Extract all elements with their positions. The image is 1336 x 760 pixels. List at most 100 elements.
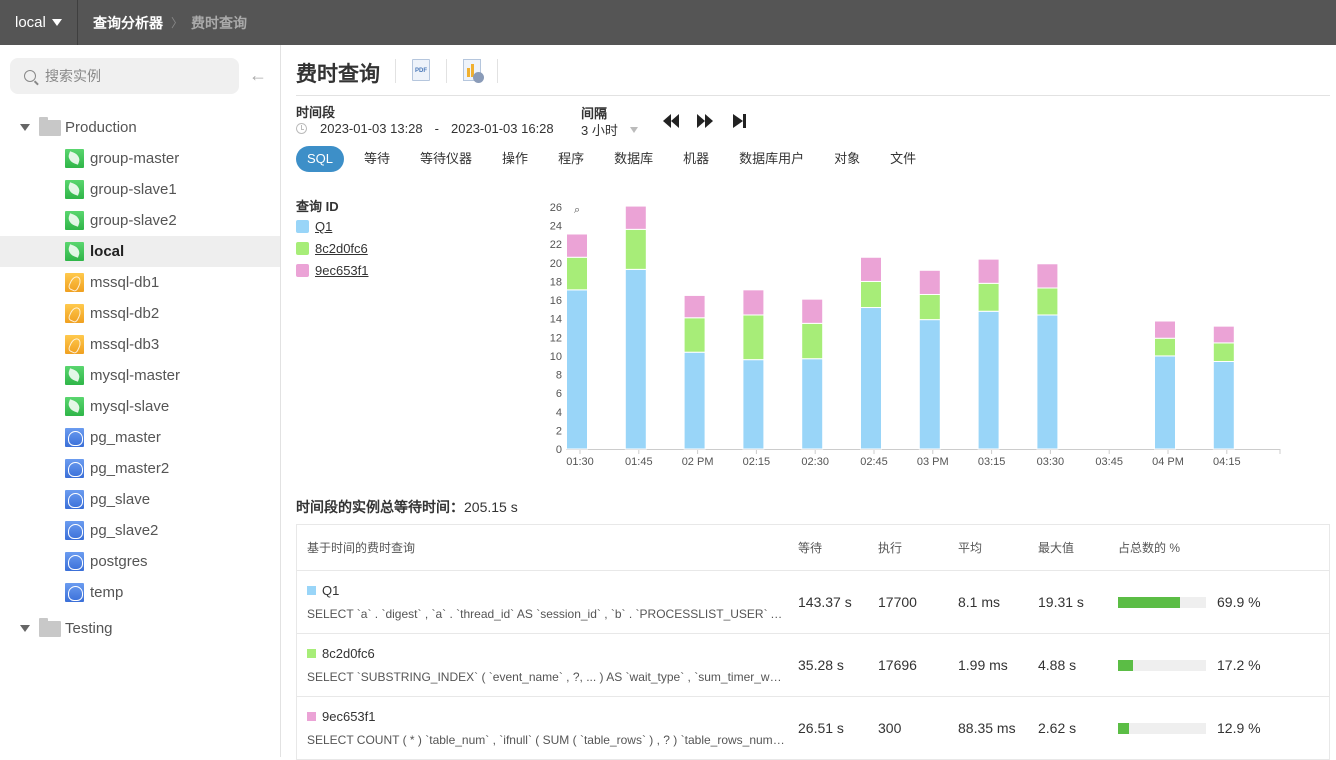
bar-segment-Q1[interactable] — [860, 307, 882, 450]
bar-segment-8c2d0fc6[interactable] — [683, 317, 706, 353]
tab-2[interactable]: 等待仪器 — [410, 146, 482, 172]
query-id-link[interactable]: 8c2d0fc6 — [307, 646, 798, 661]
bar-segment-8c2d0fc6[interactable] — [860, 280, 882, 309]
legend-item[interactable]: 8c2d0fc6 — [296, 241, 368, 256]
bar-segment-Q1[interactable] — [1212, 361, 1235, 450]
legend-item[interactable]: 9ec653f1 — [296, 263, 369, 278]
bar-segment-Q1[interactable] — [1036, 314, 1059, 450]
header-percent[interactable]: 占总数的 % — [1118, 539, 1318, 556]
breadcrumb-query-analyzer[interactable]: 查询分析器 — [93, 13, 163, 33]
bar-segment-9ec653f1[interactable] — [977, 258, 1000, 284]
tab-3[interactable]: 操作 — [492, 146, 538, 172]
period-picker[interactable]: 2023-01-03 13:28 - 2023-01-03 16:28 — [296, 121, 554, 136]
tab-8[interactable]: 对象 — [824, 146, 870, 172]
tree-instance-pg_master2[interactable]: pg_master2 — [0, 453, 280, 484]
x-tick-label: 03 PM — [917, 456, 949, 468]
bar-segment-Q1[interactable] — [1154, 355, 1176, 450]
header-average[interactable]: 平均 — [958, 539, 1038, 556]
bar-segment-Q1[interactable] — [918, 319, 941, 450]
bar-segment-8c2d0fc6[interactable] — [1212, 342, 1235, 363]
tree-instance-pg_master[interactable]: pg_master — [0, 422, 280, 453]
tree-instance-mssql-db3[interactable]: mssql-db3 — [0, 329, 280, 360]
bar-segment-8c2d0fc6[interactable] — [566, 256, 588, 291]
tree-instance-mssql-db2[interactable]: mssql-db2 — [0, 298, 280, 329]
tab-4[interactable]: 程序 — [548, 146, 594, 172]
max-cell: 19.31 s — [1038, 594, 1084, 610]
tree-group-testing[interactable]: Testing — [0, 613, 280, 644]
latest-period-button[interactable] — [733, 111, 746, 131]
tab-6[interactable]: 机器 — [673, 146, 719, 172]
wait-cell: 143.37 s — [798, 594, 852, 610]
tree-instance-mysql-master[interactable]: mysql-master — [0, 360, 280, 391]
bar-segment-8c2d0fc6[interactable] — [918, 293, 941, 321]
expand-toggle-icon[interactable] — [20, 124, 30, 131]
query-id-link[interactable]: Q1 — [307, 583, 798, 598]
next-period-button[interactable] — [697, 111, 713, 131]
table-body: Q1 SELECT `a` . `digest` , `a` . `thread_… — [297, 571, 1329, 760]
export-pdf-button[interactable]: PDF — [412, 59, 430, 81]
tab-7[interactable]: 数据库用户 — [729, 146, 814, 172]
bar-segment-8c2d0fc6[interactable] — [742, 314, 765, 361]
table-row[interactable]: Q1 SELECT `a` . `digest` , `a` . `thread_… — [297, 571, 1329, 634]
header-wait[interactable]: 等待 — [798, 539, 878, 556]
y-tick-label: 22 — [550, 239, 562, 251]
scheduled-report-button[interactable] — [463, 59, 484, 83]
tree-group-production[interactable]: Production — [0, 112, 280, 143]
tab-9[interactable]: 文件 — [880, 146, 926, 172]
tab-0[interactable]: SQL — [296, 146, 345, 172]
period-end[interactable]: 2023-01-03 16:28 — [451, 121, 554, 136]
header-max[interactable]: 最大值 — [1038, 539, 1118, 556]
expand-toggle-icon[interactable] — [20, 625, 30, 632]
tree-instance-mysql-slave[interactable]: mysql-slave — [0, 391, 280, 422]
bar-segment-Q1[interactable] — [977, 310, 1000, 450]
bar-segment-8c2d0fc6[interactable] — [1036, 287, 1059, 316]
bar-segment-Q1[interactable] — [566, 289, 588, 450]
tree-instance-group-master[interactable]: group-master — [0, 143, 280, 174]
table-row[interactable]: 9ec653f1 SELECT COUNT ( * ) `table_num` ,… — [297, 697, 1329, 760]
tree-instance-mssql-db1[interactable]: mssql-db1 — [0, 267, 280, 298]
bar-segment-Q1[interactable] — [801, 358, 824, 450]
tree-instance-group-slave2[interactable]: group-slave2 — [0, 205, 280, 236]
bar-segment-9ec653f1[interactable] — [1154, 320, 1176, 339]
collapse-sidebar-button[interactable]: ← — [249, 65, 269, 85]
bar-segment-Q1[interactable] — [624, 268, 647, 450]
bar-segment-9ec653f1[interactable] — [742, 289, 765, 316]
instance-selector[interactable]: local — [0, 0, 78, 45]
search-input[interactable] — [45, 68, 225, 84]
header-query[interactable]: 基于时间的费时查询 — [297, 539, 798, 556]
bar-segment-8c2d0fc6[interactable] — [977, 282, 1000, 312]
y-tick-label: 4 — [556, 407, 562, 419]
query-id-link[interactable]: 9ec653f1 — [307, 709, 798, 724]
tree-instance-group-slave1[interactable]: group-slave1 — [0, 174, 280, 205]
tree-instance-pg_slave[interactable]: pg_slave — [0, 484, 280, 515]
bar-segment-9ec653f1[interactable] — [624, 205, 647, 230]
bar-segment-Q1[interactable] — [683, 351, 706, 450]
bar-segment-8c2d0fc6[interactable] — [624, 228, 647, 270]
interval-select[interactable]: 3 小时 — [581, 120, 638, 139]
table-row[interactable]: 8c2d0fc6 SELECT `SUBSTRING_INDEX` ( `even… — [297, 634, 1329, 697]
search-icon — [24, 70, 36, 82]
tree-instance-local[interactable]: local — [0, 236, 280, 267]
zoom-reset-icon[interactable]: ⌕ — [574, 204, 580, 216]
tree-instance-pg_slave2[interactable]: pg_slave2 — [0, 515, 280, 546]
bar-segment-8c2d0fc6[interactable] — [801, 322, 824, 360]
bar-segment-8c2d0fc6[interactable] — [1154, 337, 1176, 357]
tab-5[interactable]: 数据库 — [604, 146, 663, 172]
bar-segment-9ec653f1[interactable] — [1212, 325, 1235, 344]
bar-segment-9ec653f1[interactable] — [566, 233, 588, 258]
tree-instance-temp[interactable]: temp — [0, 577, 280, 608]
tree-instance-postgres[interactable]: postgres — [0, 546, 280, 577]
header-executions[interactable]: 执行 — [878, 539, 958, 556]
bar-segment-9ec653f1[interactable] — [683, 294, 706, 319]
bar-segment-9ec653f1[interactable] — [801, 298, 824, 324]
period-start[interactable]: 2023-01-03 13:28 — [320, 121, 423, 136]
bar-segment-9ec653f1[interactable] — [918, 269, 941, 295]
tab-1[interactable]: 等待 — [354, 146, 400, 172]
legend-item[interactable]: Q1 — [296, 219, 332, 234]
total-wait-label: 时间段的实例总等待时间： — [296, 499, 464, 515]
bar-segment-Q1[interactable] — [742, 359, 765, 450]
bar-segment-9ec653f1[interactable] — [860, 256, 882, 282]
bar-segment-9ec653f1[interactable] — [1036, 263, 1059, 289]
previous-period-button[interactable] — [663, 111, 679, 131]
dimension-tabs: SQL 等待 等待仪器 操作 程序 数据库 机器 数据库用户 对象 文件 — [296, 146, 936, 172]
